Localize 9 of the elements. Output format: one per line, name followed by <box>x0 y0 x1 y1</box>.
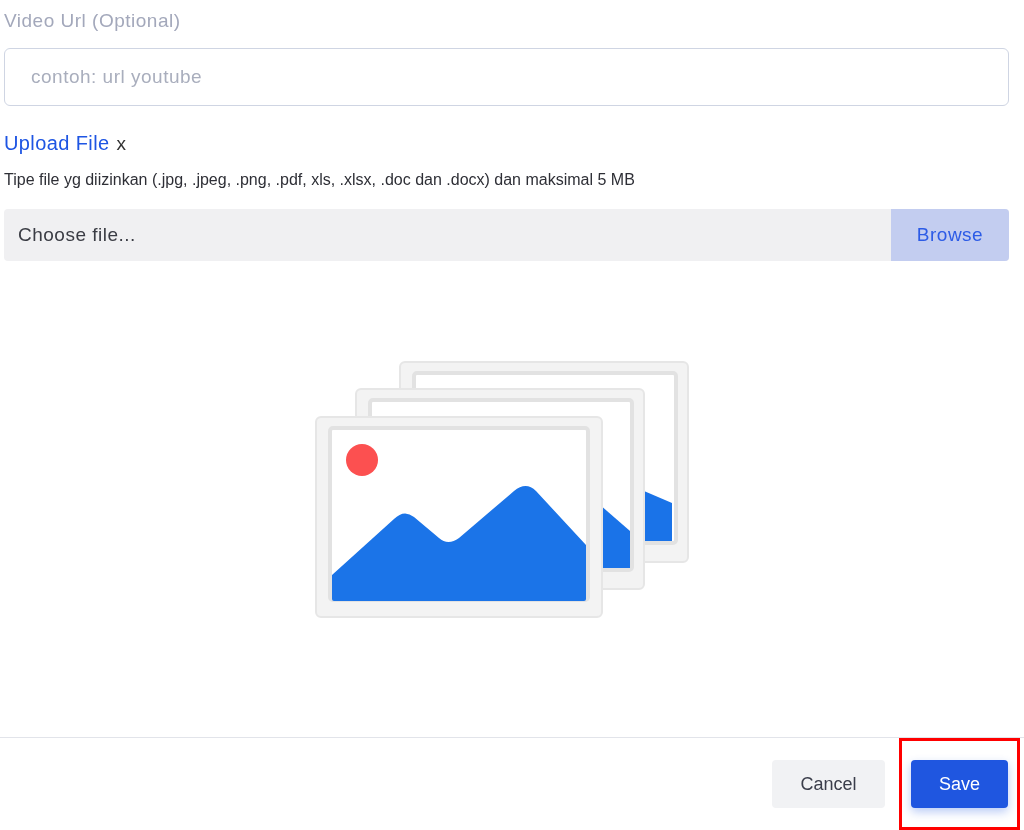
upload-file-link[interactable]: Upload File <box>4 132 110 155</box>
cancel-button[interactable]: Cancel <box>772 760 885 808</box>
file-type-hint: Tipe file yg diizinkan (.jpg, .jpeg, .png, .pdf, xls, .xlsx, .doc dan .docx) dan maksimal 5 MB <box>4 171 636 189</box>
save-button[interactable]: Save <box>911 760 1008 808</box>
video-url-field[interactable]: contoh: url youtube <box>4 48 1009 106</box>
field-label: Video Url (Optional) <box>4 10 182 33</box>
browse-button[interactable]: Browse <box>891 209 1009 261</box>
remove-button[interactable]: x <box>116 132 127 155</box>
file-field[interactable]: Choose file... Browse <box>4 209 1009 261</box>
